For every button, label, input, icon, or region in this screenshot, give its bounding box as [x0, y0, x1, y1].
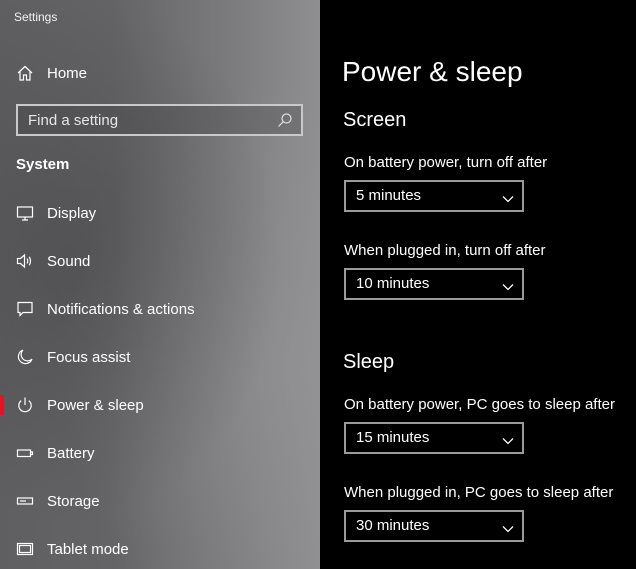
sleep-battery-dropdown[interactable]: 15 minutes: [344, 422, 524, 454]
selection-indicator: [0, 395, 4, 415]
chevron-down-icon: [502, 279, 514, 291]
sleep-plugged-label: When plugged in, PC goes to sleep after: [344, 484, 614, 501]
sidebar-item-storage[interactable]: Storage: [0, 481, 320, 521]
sleep-battery-label: On battery power, PC goes to sleep after: [344, 396, 615, 413]
page-title: Power & sleep: [342, 56, 523, 87]
sidebar-item-label: Storage: [47, 492, 100, 510]
settings-window: Settings Home System: [0, 0, 636, 569]
nav-home-label: Home: [47, 64, 88, 82]
search-box[interactable]: [16, 104, 303, 136]
speaker-icon: [16, 252, 34, 270]
screen-plugged-dropdown[interactable]: 10 minutes: [344, 268, 524, 300]
navigation-pane: Settings Home System: [0, 0, 320, 569]
sidebar-item-label: Notifications & actions: [47, 300, 195, 318]
sleep-plugged-dropdown[interactable]: 30 minutes: [344, 510, 524, 542]
search-icon[interactable]: [277, 112, 293, 128]
tablet-icon: [16, 540, 34, 558]
sidebar-item-label: Display: [47, 204, 97, 222]
dropdown-value: 10 minutes: [356, 275, 430, 292]
sidebar-item-focus-assist[interactable]: Focus assist: [0, 337, 320, 377]
chevron-down-icon: [502, 433, 514, 445]
section-label-system: System: [16, 156, 70, 173]
sidebar-item-label: Power & sleep: [47, 396, 144, 414]
screen-plugged-label: When plugged in, turn off after: [344, 242, 546, 259]
sidebar-item-tablet-mode[interactable]: Tablet mode: [0, 529, 320, 569]
sidebar-item-notifications[interactable]: Notifications & actions: [0, 289, 320, 329]
sleep-heading: Sleep: [343, 351, 395, 373]
chevron-down-icon: [502, 521, 514, 533]
sidebar-item-label: Tablet mode: [47, 540, 129, 558]
storage-icon: [16, 492, 34, 510]
power-icon: [16, 396, 34, 414]
search-input[interactable]: [18, 106, 268, 134]
sidebar-item-display[interactable]: Display: [0, 193, 320, 233]
screen-heading: Screen: [343, 109, 407, 131]
sidebar-item-power-sleep[interactable]: Power & sleep: [0, 385, 320, 425]
sidebar-item-label: Sound: [47, 252, 91, 270]
app-title: Settings: [14, 10, 58, 24]
battery-icon: [16, 444, 34, 462]
sidebar-item-battery[interactable]: Battery: [0, 433, 320, 473]
dropdown-value: 15 minutes: [356, 429, 430, 446]
dropdown-value: 5 minutes: [356, 187, 422, 204]
notifications-icon: [16, 300, 34, 318]
sidebar-item-sound[interactable]: Sound: [0, 241, 320, 281]
display-icon: [16, 204, 34, 222]
content-pane: Power & sleep Screen On battery power, t…: [320, 0, 636, 569]
dropdown-value: 30 minutes: [356, 517, 430, 534]
moon-icon: [16, 348, 34, 366]
nav-home[interactable]: Home: [0, 53, 320, 93]
sidebar-item-label: Focus assist: [47, 348, 131, 366]
screen-battery-label: On battery power, turn off after: [344, 154, 548, 171]
screen-battery-dropdown[interactable]: 5 minutes: [344, 180, 524, 212]
home-icon: [16, 64, 34, 82]
chevron-down-icon: [502, 191, 514, 203]
sidebar-item-label: Battery: [47, 444, 95, 462]
